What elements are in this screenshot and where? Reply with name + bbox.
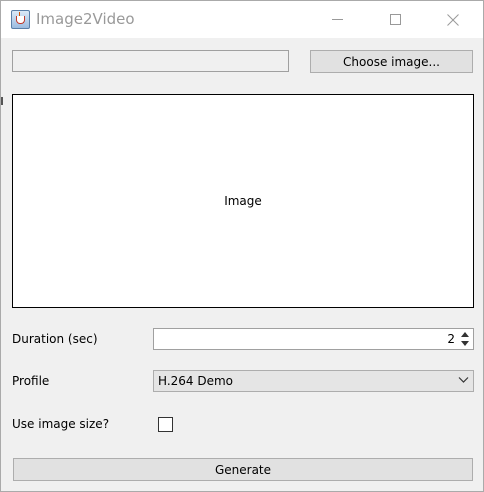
profile-selected-value: H.264 Demo [158, 374, 233, 388]
duration-label: Duration (sec) [12, 332, 98, 346]
duration-spinner[interactable]: 2 [153, 328, 474, 350]
use-image-size-label: Use image size? [12, 417, 110, 431]
use-image-size-checkbox[interactable] [158, 417, 173, 432]
triangle-up-icon [461, 332, 469, 337]
title-bar[interactable]: Image2Video [1, 1, 483, 38]
app-window: Image2Video Choose image... Image Durati… [0, 0, 484, 492]
java-cup-icon [11, 10, 30, 29]
choose-image-button[interactable]: Choose image... [310, 50, 473, 73]
image-preview: Image [12, 94, 474, 308]
profile-select[interactable]: H.264 Demo [153, 370, 474, 392]
spin-down-button[interactable] [458, 339, 472, 348]
maximize-icon [389, 14, 401, 25]
image-path-field[interactable] [12, 50, 289, 72]
minimize-icon [331, 19, 343, 20]
minimize-button[interactable] [314, 1, 360, 38]
window-title: Image2Video [36, 10, 135, 28]
triangle-down-icon [461, 341, 469, 346]
maximize-button[interactable] [372, 1, 418, 38]
image-placeholder-label: Image [224, 194, 262, 208]
close-button[interactable] [430, 1, 476, 38]
resize-marker [1, 97, 3, 105]
close-icon [447, 13, 459, 26]
generate-button[interactable]: Generate [13, 458, 473, 481]
spin-up-button[interactable] [458, 330, 472, 339]
profile-label: Profile [12, 374, 50, 388]
chevron-down-icon [458, 377, 469, 383]
duration-value[interactable]: 2 [447, 332, 455, 346]
